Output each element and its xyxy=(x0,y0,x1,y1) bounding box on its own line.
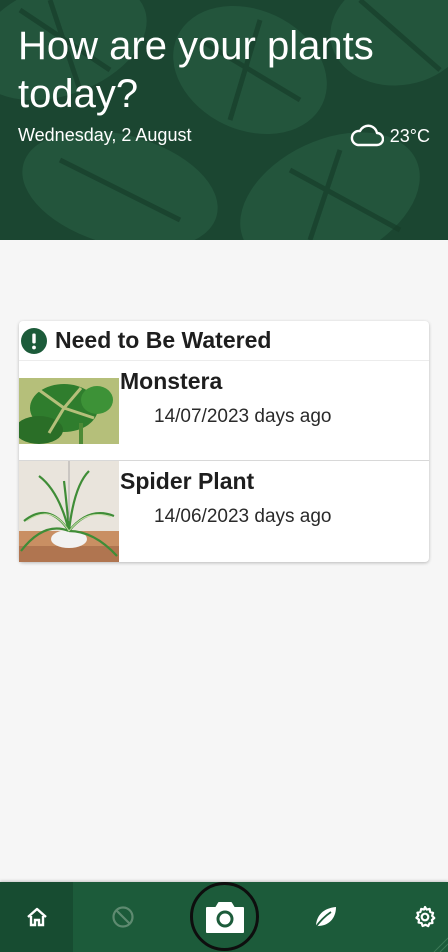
temperature: 23°C xyxy=(389,125,430,146)
camera-icon xyxy=(205,901,244,933)
spider-plant-thumbnail xyxy=(19,461,119,562)
nav-not-watering[interactable] xyxy=(90,882,156,952)
cloud-icon xyxy=(350,124,384,147)
gear-icon xyxy=(415,905,436,928)
monstera-thumbnail xyxy=(19,378,119,444)
last-watered: 14/06/2023 days ago xyxy=(154,506,332,527)
last-watered: 14/07/2023 days ago xyxy=(154,406,332,427)
plant-row-monstera[interactable]: Monstera 14/07/2023 days ago xyxy=(19,361,429,461)
nav-home[interactable] xyxy=(0,882,73,952)
nav-plants[interactable] xyxy=(292,882,358,952)
card-title: Need to Be Watered xyxy=(55,327,272,353)
need-water-card: Need to Be Watered Monstera 14/07/2023 d… xyxy=(19,321,429,562)
camera-button[interactable] xyxy=(190,882,259,951)
plant-name: Spider Plant xyxy=(120,468,255,494)
home-icon xyxy=(26,907,47,927)
plant-name: Monstera xyxy=(120,368,223,394)
current-date: Wednesday, 2 August xyxy=(18,125,192,145)
leaf-icon xyxy=(314,907,336,929)
weather-widget: 23°C xyxy=(350,124,430,148)
block-icon xyxy=(112,906,134,928)
resize-handle xyxy=(433,937,448,952)
page-title: How are your plants today? xyxy=(18,24,374,116)
alert-icon xyxy=(21,327,47,354)
card-header: Need to Be Watered xyxy=(19,321,429,361)
header-banner: How are your plants today? Wednesday, 2 … xyxy=(0,0,448,240)
plant-row-spider-plant[interactable]: Spider Plant 14/06/2023 days ago xyxy=(19,461,429,562)
